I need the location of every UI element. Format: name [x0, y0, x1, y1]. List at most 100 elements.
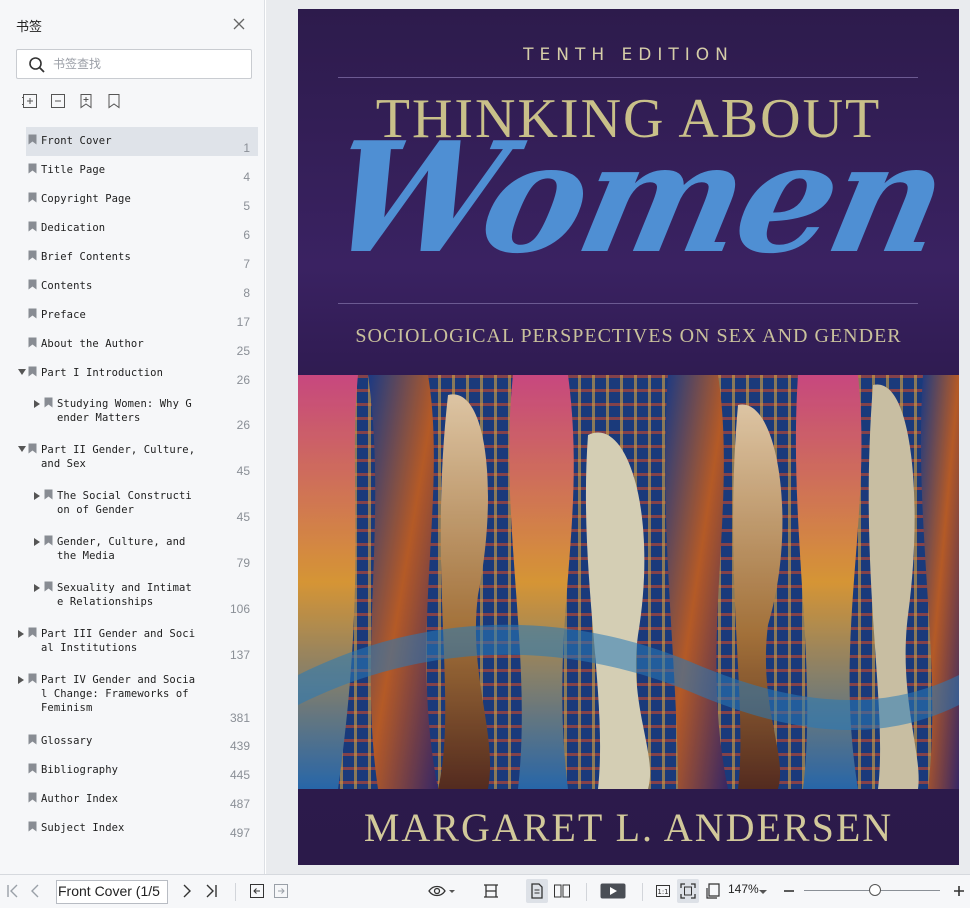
bookmark-icon	[28, 763, 37, 774]
bookmark-label: Bibliography	[41, 764, 119, 776]
bookmark-item[interactable]: About the Author 25	[26, 330, 258, 359]
bookmark-page-number: 445	[229, 768, 250, 782]
bookmark-item[interactable]: Author Index 487	[26, 785, 258, 814]
close-icon[interactable]	[232, 17, 246, 31]
bookmark-label: Part I Introduction	[41, 367, 164, 379]
book-cover-page: TENTH EDITION THINKING ABOUT Women SOCIO…	[298, 9, 959, 865]
bookmark-label: Preface	[41, 309, 86, 321]
bookmark-label: The Social Constructi on of Gender	[57, 490, 192, 516]
first-page-icon[interactable]	[4, 882, 22, 900]
search-input[interactable]	[53, 54, 243, 74]
bookmark-page-number: 137	[229, 648, 250, 662]
svg-text:1:1: 1:1	[657, 888, 668, 896]
bookmark-item[interactable]: Front Cover 1	[26, 127, 258, 156]
collapse-arrow-icon[interactable]	[18, 446, 26, 452]
bookmark-page-number: 7	[243, 257, 250, 271]
bookmark-item[interactable]: Gender, Culture, and the Media 79	[26, 528, 258, 574]
bookmark-label: Dedication	[41, 222, 106, 234]
bookmark-item[interactable]: Contents 8	[26, 272, 258, 301]
bookmark-item[interactable]: Part I Introduction 26	[18, 359, 258, 390]
last-page-icon[interactable]	[202, 882, 220, 900]
bookmark-page-number: 497	[229, 826, 250, 840]
fit-width-icon[interactable]	[482, 882, 500, 900]
bookmark-page-number: 8	[243, 286, 250, 300]
fit-page-icon[interactable]	[679, 882, 697, 900]
expand-arrow-icon[interactable]	[18, 676, 24, 684]
bookmark-label: Subject Index	[41, 822, 125, 834]
bookmark-label: About the Author	[41, 338, 144, 350]
collapse-arrow-icon[interactable]	[18, 369, 26, 375]
forward-view-icon[interactable]	[272, 882, 290, 900]
zoom-out-icon[interactable]	[780, 882, 798, 900]
actual-size-icon[interactable]: 1:1	[654, 882, 672, 900]
cover-artwork	[298, 375, 959, 789]
zoom-in-icon[interactable]	[950, 882, 968, 900]
bookmark-label: Copyright Page	[41, 193, 131, 205]
toolbar-separator	[642, 883, 643, 901]
bookmark-item[interactable]: Preface 17	[26, 301, 258, 330]
bookmark-page-number: 25	[236, 344, 250, 358]
bookmark-page-number: 381	[229, 711, 250, 725]
bookmark-label: Contents	[41, 280, 93, 292]
bookmark-label: Part IV Gender and Socia l Change: Frame…	[41, 674, 196, 714]
bookmark-page-number: 106	[229, 602, 250, 616]
expand-arrow-icon[interactable]	[34, 538, 40, 546]
bookmark-item[interactable]: Dedication 6	[26, 214, 258, 243]
bookmark-page-number: 26	[236, 418, 250, 432]
bookmark-item[interactable]: Part II Gender, Culture, and Sex 45	[18, 436, 258, 482]
bookmark-item[interactable]: Title Page 4	[26, 156, 258, 185]
bookmark-item[interactable]: Subject Index 497	[26, 814, 258, 843]
bookmark-page-number: 79	[236, 556, 250, 570]
next-page-icon[interactable]	[178, 882, 196, 900]
cover-rule	[338, 77, 918, 78]
bookmark-page-number: 17	[236, 315, 250, 329]
bookmark-icon	[28, 673, 37, 684]
page-number-field[interactable]: Front Cover (1/5	[56, 880, 168, 904]
play-icon[interactable]	[600, 882, 626, 900]
expand-arrow-icon[interactable]	[34, 400, 40, 408]
zoom-slider-handle[interactable]	[869, 884, 881, 896]
page-layout-icon[interactable]	[705, 882, 723, 900]
zoom-dropdown-icon[interactable]	[757, 882, 769, 900]
back-view-icon[interactable]	[248, 882, 266, 900]
zoom-level[interactable]: 147%	[728, 882, 759, 896]
cover-rule	[338, 303, 918, 304]
bookmark-search[interactable]	[16, 49, 252, 79]
toolbar-separator	[235, 883, 236, 901]
bookmark-icon[interactable]	[106, 93, 122, 109]
bookmark-item[interactable]: Part IV Gender and Socia l Change: Frame…	[18, 666, 258, 727]
add-bookmark-icon[interactable]	[78, 93, 94, 109]
bookmark-item[interactable]: Bibliography 445	[26, 756, 258, 785]
expand-all-icon[interactable]	[22, 93, 38, 109]
bookmark-page-number: 487	[229, 797, 250, 811]
bookmark-page-number: 45	[236, 510, 250, 524]
bookmark-item[interactable]: Studying Women: Why G ender Matters 26	[26, 390, 258, 436]
bookmark-page-number: 26	[236, 373, 250, 387]
bookmark-item[interactable]: Copyright Page 5	[26, 185, 258, 214]
bookmark-icon	[28, 221, 37, 232]
collapse-all-icon[interactable]	[50, 93, 66, 109]
bookmark-item[interactable]: Glossary 439	[26, 727, 258, 756]
bookmark-label: Author Index	[41, 793, 119, 805]
bookmark-item[interactable]: Brief Contents 7	[26, 243, 258, 272]
bookmark-icon	[44, 581, 53, 592]
previous-page-icon[interactable]	[26, 882, 44, 900]
bookmark-page-number: 1	[243, 141, 250, 155]
bookmark-icon	[28, 443, 37, 454]
panel-title: 书签	[16, 20, 43, 35]
bookmark-item[interactable]: Part III Gender and Soci al Institutions…	[18, 620, 258, 666]
expand-arrow-icon[interactable]	[34, 584, 40, 592]
expand-arrow-icon[interactable]	[34, 492, 40, 500]
bookmark-item[interactable]: Sexuality and Intimat e Relationships 106	[26, 574, 258, 620]
bookmark-icon	[28, 366, 37, 377]
bookmark-icon	[44, 489, 53, 500]
bookmark-label: Front Cover	[41, 135, 112, 147]
single-page-icon[interactable]	[528, 882, 546, 900]
two-page-icon[interactable]	[553, 882, 571, 900]
expand-arrow-icon[interactable]	[18, 630, 24, 638]
bookmark-label: Sexuality and Intimat e Relationships	[57, 582, 192, 608]
bookmark-item[interactable]: The Social Constructi on of Gender 45	[26, 482, 258, 528]
eye-care-icon[interactable]	[428, 882, 456, 900]
bookmark-icon	[28, 792, 37, 803]
bookmark-icon	[28, 134, 37, 145]
